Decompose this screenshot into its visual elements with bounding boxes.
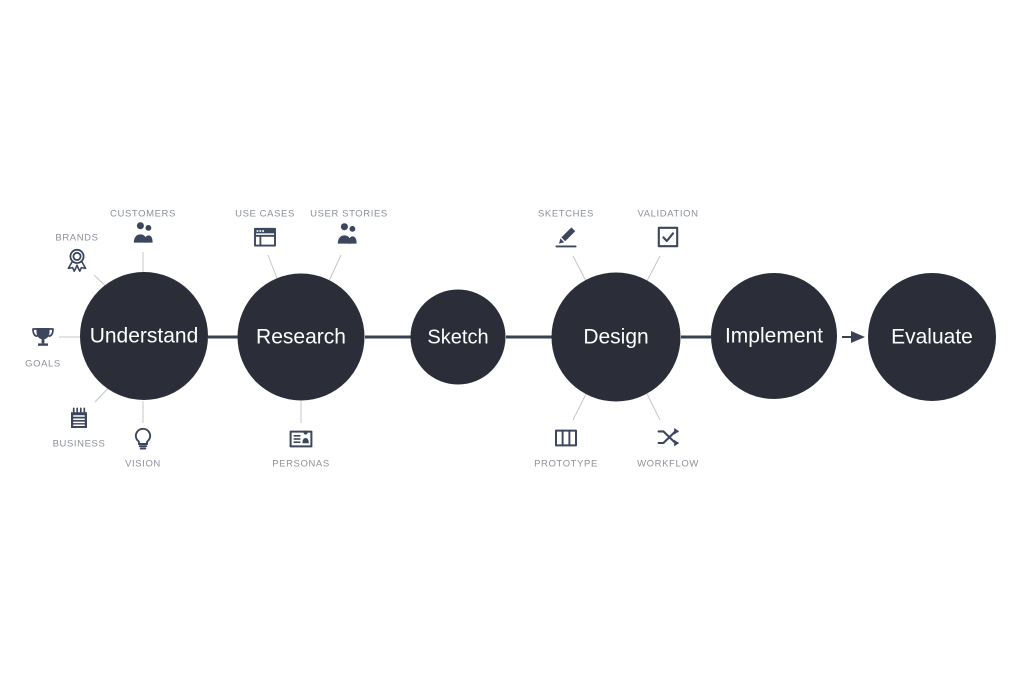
stage-label-sketch: Sketch <box>427 326 488 348</box>
diagram-canvas: Understand Research Sketch Design Implement E… <box>0 0 1024 683</box>
satellite-user-stories[interactable]: USER STORIES <box>310 209 388 244</box>
satellite-customers[interactable]: CUSTOMERS <box>110 209 176 243</box>
satellite-label-vision: VISION <box>125 459 161 470</box>
stage-label-understand: Understand <box>90 325 199 348</box>
process-flow-diagram: Understand Research Sketch Design Implement E… <box>25 209 996 470</box>
satellite-label-sketches: SKETCHES <box>538 209 594 220</box>
stage-label-evaluate: Evaluate <box>891 326 973 349</box>
columns-layout-icon <box>555 429 577 447</box>
satellite-label-goals: GOALS <box>25 359 61 370</box>
rosette-award-icon <box>67 248 87 272</box>
satellite-goals[interactable]: GOALS <box>25 328 61 370</box>
stage-label-design: Design <box>583 326 648 349</box>
trophy-icon <box>32 328 54 346</box>
stage-node-understand[interactable]: Understand <box>80 272 208 400</box>
stage-node-implement[interactable]: Implement <box>711 273 837 399</box>
users-icon <box>133 222 153 243</box>
shuffle-arrows-icon <box>657 428 679 447</box>
satellite-workflow[interactable]: WORKFLOW <box>637 428 699 470</box>
spoke-line-workflow <box>646 393 661 421</box>
satellite-use-cases[interactable]: USE CASES <box>235 209 295 247</box>
satellite-label-customers: CUSTOMERS <box>110 209 176 220</box>
satellite-label-prototype: PROTOTYPE <box>534 459 598 470</box>
spoke-line-sketches <box>572 255 587 282</box>
satellite-label-validation: VALIDATION <box>637 209 698 220</box>
notepad-icon <box>71 407 87 428</box>
satellite-label-workflow: WORKFLOW <box>637 459 699 470</box>
stage-node-evaluate[interactable]: Evaluate <box>868 273 996 401</box>
satellite-label-personas: PERSONAS <box>272 459 330 470</box>
spoke-line-validation <box>646 255 661 282</box>
stage-label-implement: Implement <box>725 325 823 348</box>
satellite-sketches[interactable]: SKETCHES <box>538 209 594 248</box>
users-icon <box>337 223 357 244</box>
browser-window-icon <box>254 227 276 247</box>
satellite-personas[interactable]: PERSONAS <box>272 430 330 470</box>
satellite-label-brands: BRANDS <box>55 233 98 244</box>
satellite-brands[interactable]: BRANDS <box>55 233 98 272</box>
pencil-icon <box>555 227 577 248</box>
stage-label-research: Research <box>256 326 346 349</box>
stage-node-research[interactable]: Research <box>237 273 365 401</box>
satellite-label-business: BUSINESS <box>53 439 106 450</box>
spoke-line-prototype <box>572 393 587 421</box>
stage-node-design[interactable]: Design <box>551 272 681 402</box>
spoke-line-use-cases <box>267 254 279 282</box>
satellite-label-user-stories: USER STORIES <box>310 209 388 220</box>
satellite-prototype[interactable]: PROTOTYPE <box>534 429 598 470</box>
stage-node-sketch[interactable]: Sketch <box>410 289 506 385</box>
checkbox-check-icon <box>657 226 679 248</box>
satellite-validation[interactable]: VALIDATION <box>637 209 698 248</box>
satellite-label-use-cases: USE CASES <box>235 209 295 220</box>
lightbulb-icon <box>134 427 152 450</box>
satellite-business[interactable]: BUSINESS <box>53 407 106 450</box>
id-card-icon <box>289 430 313 448</box>
satellite-vision[interactable]: VISION <box>125 427 161 470</box>
spoke-line-user-stories <box>328 254 342 282</box>
